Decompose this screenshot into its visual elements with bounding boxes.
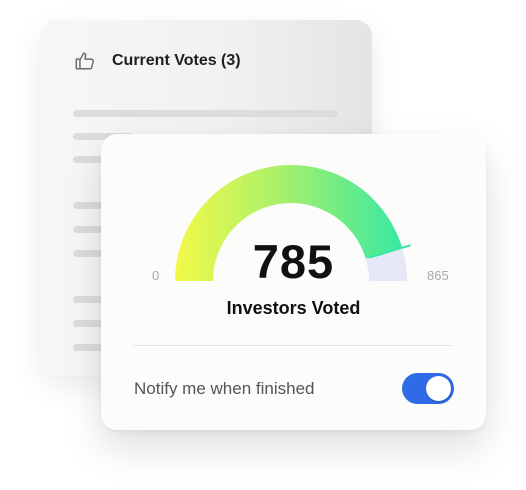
placeholder-line	[73, 110, 338, 117]
current-votes-title: Current Votes (3)	[112, 52, 241, 69]
toggle-knob	[426, 376, 451, 401]
gauge-value: 785	[252, 235, 335, 288]
thumbs-up-icon	[74, 50, 96, 72]
gauge-caption: Investors Voted	[226, 298, 361, 318]
notify-toggle[interactable]	[402, 373, 454, 404]
notify-label: Notify me when finished	[134, 379, 315, 398]
divider	[133, 345, 453, 346]
current-votes-header: Current Votes (3)	[74, 50, 241, 72]
investors-voted-card: 0 865 785 Investors Voted Notify me when…	[101, 134, 486, 430]
stage: Current Votes (3) 0 865 785 Investors Vo…	[0, 0, 526, 490]
